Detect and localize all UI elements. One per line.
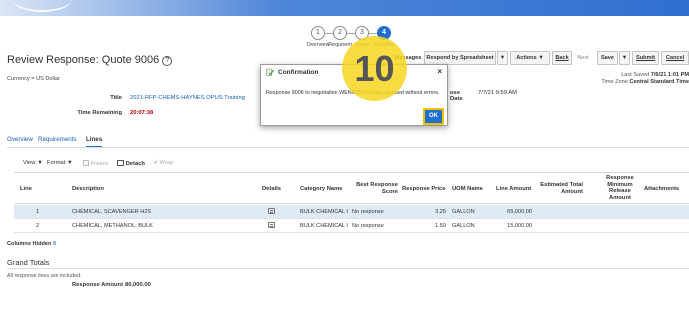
col-best-response-score[interactable]: Best Response Score <box>352 182 398 195</box>
tab-overview[interactable]: Overview <box>7 136 33 143</box>
wrap-button[interactable]: ↲ Wrap <box>153 160 173 166</box>
dialog-title: Confirmation <box>278 69 319 76</box>
response-amount-label: Response Amount <box>72 282 123 288</box>
col-line[interactable]: Line <box>20 186 32 193</box>
submit-button[interactable]: Submit <box>632 51 659 65</box>
view-menu[interactable]: View ▼ <box>23 160 43 166</box>
table-row[interactable]: 2 CHEMICAL, METHANOL, BULK BULK CHEMICAL… <box>14 219 689 233</box>
save-dropdown-icon[interactable]: ▼ <box>619 51 630 65</box>
help-icon[interactable]: ? <box>162 56 173 66</box>
columns-hidden-count-link[interactable]: 8 <box>53 241 56 247</box>
save-button[interactable]: Save <box>597 51 618 65</box>
lines-table-header: Line Description Details Category Name B… <box>14 172 689 204</box>
table-row[interactable]: 1 CHEMICAL, SCAVENGER H2S BULK CHEMICAL … <box>14 205 689 219</box>
close-date-value: 7/7/21 9:59 AM <box>478 90 517 96</box>
col-details[interactable]: Details <box>262 186 281 193</box>
next-button[interactable]: Next <box>573 51 593 65</box>
tab-requirements[interactable]: Requirements <box>38 136 77 143</box>
detach-icon <box>117 160 124 166</box>
confirmation-icon <box>266 68 274 76</box>
tab-divider <box>7 147 689 148</box>
time-remaining-value: 20:07:38 <box>130 110 154 116</box>
back-button[interactable]: Back <box>552 51 572 65</box>
title-label: Title <box>110 95 122 101</box>
col-line-amount[interactable]: Line Amount <box>496 186 531 193</box>
spreadsheet-dropdown-icon[interactable]: ▼ <box>497 51 508 65</box>
time-remaining-label: Time Remaining <box>77 110 122 116</box>
columns-hidden: Columns Hidden 8 <box>7 241 57 247</box>
details-icon[interactable] <box>268 208 275 214</box>
negotiation-title-link[interactable]: 2021-RFP-CHEMS-HAYNES OPUS Training <box>130 95 245 101</box>
response-amount-value: 80,000.00 <box>125 282 151 288</box>
col-estimated-total-amount[interactable]: Estimated Total Amount <box>534 182 583 195</box>
col-response-minimum-release-amount[interactable]: Response Minimum Release Amount <box>602 175 638 201</box>
chevron-down-icon: ▼ <box>538 55 544 61</box>
details-icon[interactable] <box>268 222 275 228</box>
currency-label: Currency = US Dollar <box>7 76 61 82</box>
col-category-name[interactable]: Category Name <box>300 186 343 193</box>
totals-note: All response lines are included. <box>7 273 82 279</box>
col-attachments[interactable]: Attachments <box>644 186 679 193</box>
freeze-button[interactable]: Freeze <box>83 160 109 167</box>
chevron-down-icon: ▼ <box>37 160 43 166</box>
detach-button[interactable]: Detach <box>117 160 145 167</box>
step-callout: 10 <box>342 36 407 101</box>
logo-swoosh <box>12 0 72 12</box>
actions-button[interactable]: Actions ▼ <box>510 51 550 65</box>
format-menu[interactable]: Format ▼ <box>47 160 73 166</box>
col-uom-name[interactable]: UOM Name <box>452 186 483 193</box>
page-title: Review Response: Quote 9006? <box>7 54 173 66</box>
col-response-price[interactable]: Response Price <box>402 186 446 193</box>
respond-by-spreadsheet-button[interactable]: Respond by Spreadsheet <box>424 51 496 65</box>
ok-button[interactable]: OK <box>423 108 444 125</box>
freeze-icon <box>83 160 89 166</box>
totals-divider <box>7 268 689 269</box>
close-date-label: ose Date <box>450 90 463 102</box>
close-icon[interactable]: × <box>437 67 442 76</box>
top-banner <box>0 0 689 16</box>
grand-totals-heading: Grand Totals <box>7 258 50 267</box>
chevron-down-icon: ▼ <box>66 160 73 166</box>
cancel-button[interactable]: Cancel <box>661 51 689 65</box>
wrap-icon: ↲ <box>153 160 158 166</box>
last-saved-info: Last Saved 7/6/21 1:01 PM Time Zone Cent… <box>601 72 689 85</box>
col-description[interactable]: Description <box>72 186 104 193</box>
